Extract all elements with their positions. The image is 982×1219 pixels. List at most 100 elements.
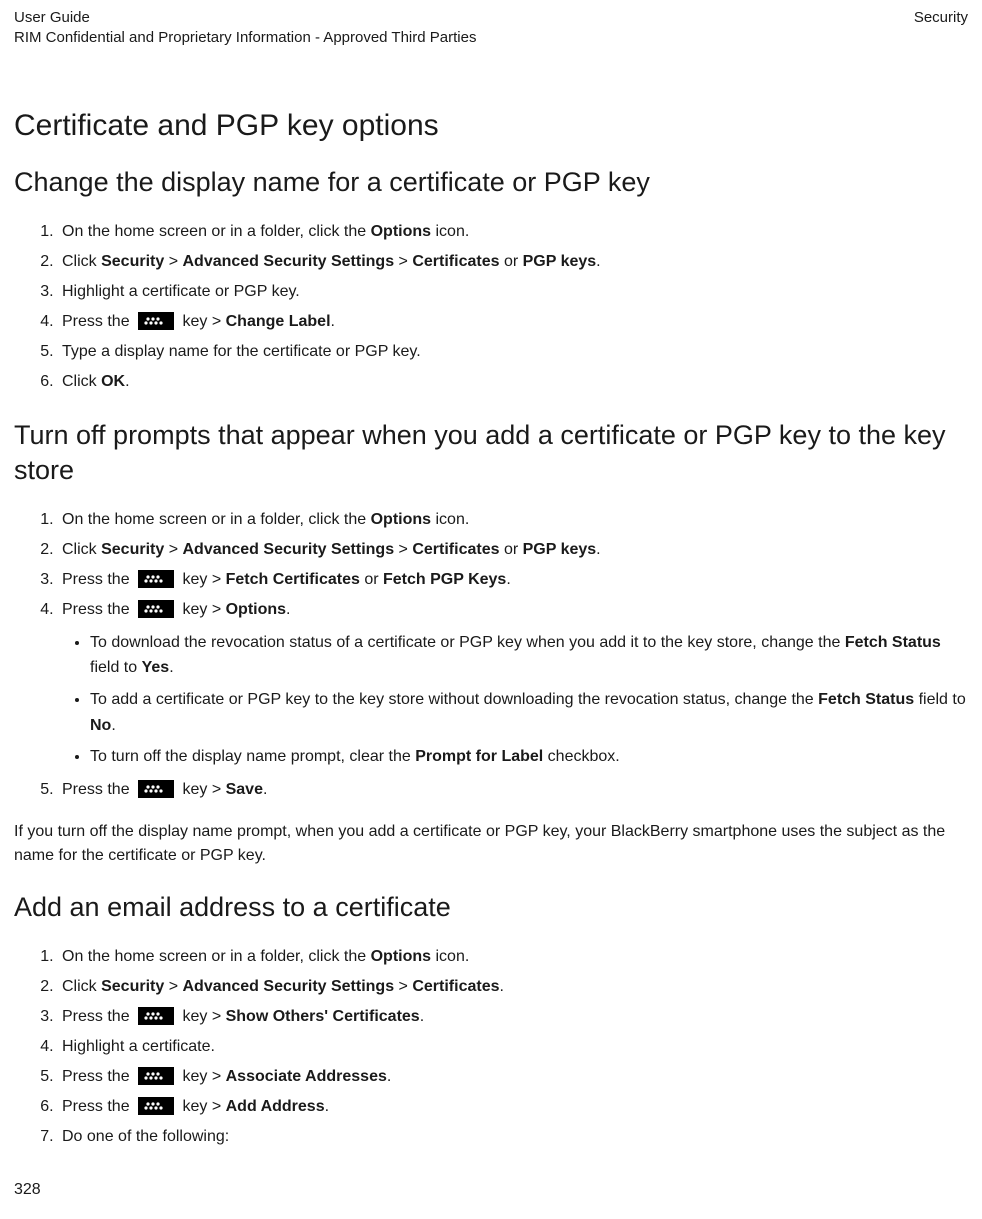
text: . (286, 601, 290, 618)
steps-add-email: On the home screen or in a folder, click… (14, 943, 968, 1151)
text: On the home screen or in a folder, click… (62, 511, 371, 528)
text: Press the (62, 601, 134, 618)
blackberry-key-icon (138, 1097, 174, 1115)
bold: Options (371, 223, 431, 240)
bold: Certificates (412, 253, 499, 270)
bold: Advanced Security Settings (182, 253, 394, 270)
bold: Fetch Status (845, 634, 941, 651)
bold: OK (101, 373, 125, 390)
text: On the home screen or in a folder, click… (62, 223, 371, 240)
text: key > (178, 1068, 226, 1085)
bold: Show Others' Certificates (226, 1008, 420, 1025)
list-item: To add a certificate or PGP key to the k… (90, 687, 968, 738)
bold: Options (226, 601, 286, 618)
text: . (500, 978, 504, 995)
bold: Advanced Security Settings (182, 978, 394, 995)
text: . (169, 659, 173, 676)
bold: Advanced Security Settings (182, 541, 394, 558)
text: > (394, 541, 412, 558)
text: checkbox. (543, 748, 619, 765)
bold: No (90, 717, 111, 734)
list-item: Press the key > Fetch Certificates or Fe… (58, 566, 968, 594)
list-item: Click Security > Advanced Security Setti… (58, 536, 968, 564)
text: key > (178, 1008, 226, 1025)
list-item: Highlight a certificate. (58, 1033, 968, 1061)
bold: Options (371, 948, 431, 965)
bold: Certificates (412, 541, 499, 558)
heading-change-display-name: Change the display name for a certificat… (14, 165, 968, 200)
text: key > (178, 781, 226, 798)
bold: Fetch Certificates (226, 571, 360, 588)
steps-turn-off-prompts: On the home screen or in a folder, click… (14, 506, 968, 804)
bold: Associate Addresses (226, 1068, 387, 1085)
list-item: Press the key > Show Others' Certificate… (58, 1003, 968, 1031)
list-item: Press the key > Add Address. (58, 1093, 968, 1121)
list-item: On the home screen or in a folder, click… (58, 506, 968, 534)
list-item: On the home screen or in a folder, click… (58, 218, 968, 246)
heading-turn-off-prompts: Turn off prompts that appear when you ad… (14, 418, 968, 488)
sub-bullets: To download the revocation status of a c… (62, 630, 968, 770)
text: or (500, 253, 523, 270)
blackberry-key-icon (138, 600, 174, 618)
text: Press the (62, 571, 134, 588)
list-item: Press the key > Associate Addresses. (58, 1063, 968, 1091)
text: . (387, 1068, 391, 1085)
note-turn-off-prompts: If you turn off the display name prompt,… (14, 820, 968, 868)
blackberry-key-icon (138, 312, 174, 330)
bold: Security (101, 541, 164, 558)
text: icon. (431, 948, 469, 965)
text: . (420, 1008, 424, 1025)
text: To add a certificate or PGP key to the k… (90, 691, 818, 708)
steps-change-display-name: On the home screen or in a folder, click… (14, 218, 968, 396)
bold: Change Label (226, 313, 331, 330)
bold: Yes (142, 659, 170, 676)
text: To turn off the display name prompt, cle… (90, 748, 415, 765)
text: Press the (62, 1068, 134, 1085)
blackberry-key-icon (138, 780, 174, 798)
header-left: User Guide RIM Confidential and Propriet… (14, 8, 476, 49)
list-item: Click OK. (58, 368, 968, 396)
bold: PGP keys (523, 253, 597, 270)
list-item: Do one of the following: (58, 1123, 968, 1151)
bold: Security (101, 978, 164, 995)
bold: Options (371, 511, 431, 528)
bold: Save (226, 781, 263, 798)
text: . (325, 1098, 329, 1115)
text: . (125, 373, 129, 390)
list-item: Click Security > Advanced Security Setti… (58, 973, 968, 1001)
list-item: Press the key > Options. To download the… (58, 596, 968, 770)
text: Press the (62, 781, 134, 798)
text: . (506, 571, 510, 588)
heading-add-email: Add an email address to a certificate (14, 890, 968, 925)
text: icon. (431, 223, 469, 240)
bold: PGP keys (523, 541, 597, 558)
text: key > (178, 571, 226, 588)
text: > (164, 253, 182, 270)
list-item: Highlight a certificate or PGP key. (58, 278, 968, 306)
blackberry-key-icon (138, 1007, 174, 1025)
text: key > (178, 601, 226, 618)
text: icon. (431, 511, 469, 528)
bold: Security (101, 253, 164, 270)
text: key > (178, 1098, 226, 1115)
text: Click (62, 253, 101, 270)
bold: Certificates (412, 978, 499, 995)
text: Click (62, 373, 101, 390)
text: or (360, 571, 383, 588)
list-item: To turn off the display name prompt, cle… (90, 744, 968, 770)
text: Click (62, 978, 101, 995)
header-confidential: RIM Confidential and Proprietary Informa… (14, 28, 476, 48)
text: > (394, 253, 412, 270)
text: Press the (62, 1008, 134, 1025)
text: > (164, 978, 182, 995)
text: or (500, 541, 523, 558)
header-user-guide: User Guide (14, 8, 476, 28)
text: key > (178, 313, 226, 330)
list-item: Click Security > Advanced Security Setti… (58, 248, 968, 276)
bold: Fetch Status (818, 691, 914, 708)
bold: Fetch PGP Keys (383, 571, 506, 588)
text: field to (914, 691, 966, 708)
page-header: User Guide RIM Confidential and Propriet… (14, 8, 968, 49)
bold: Prompt for Label (415, 748, 543, 765)
list-item: To download the revocation status of a c… (90, 630, 968, 681)
